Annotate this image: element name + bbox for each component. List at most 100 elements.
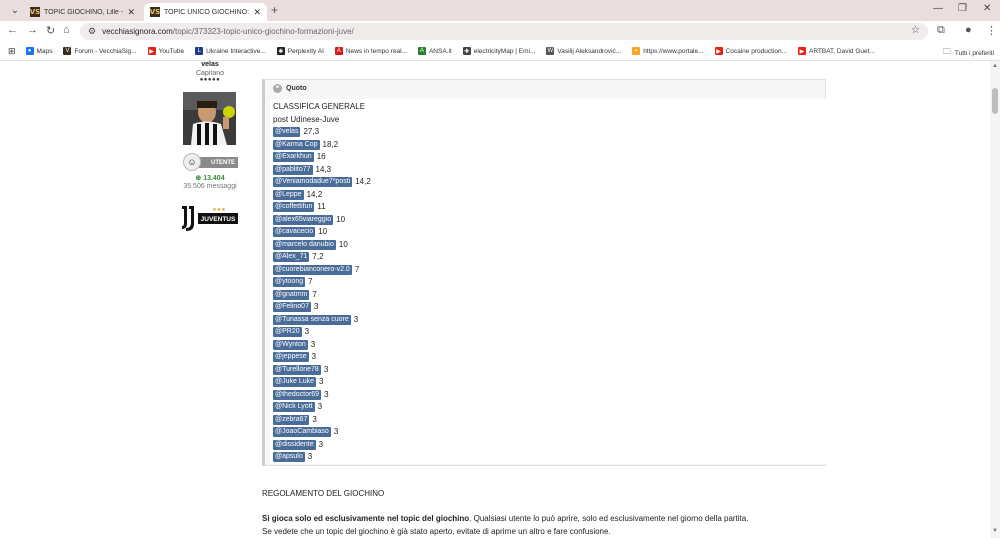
score: 3 xyxy=(317,402,323,411)
bookmark-item[interactable]: W Vasilij Aleksandrović... xyxy=(546,47,621,55)
user-mention[interactable]: @Turellone78 xyxy=(273,364,321,375)
user-mention[interactable]: @Juke Luke xyxy=(273,377,317,388)
close-icon[interactable]: ✕ xyxy=(127,7,135,18)
user-mention[interactable]: @ytoong xyxy=(273,277,306,288)
ranking-row: @Exarkhun 16 xyxy=(273,151,826,164)
score: 3 xyxy=(323,364,329,374)
user-mention[interactable]: @jeppese xyxy=(273,352,309,363)
user-mention[interactable]: @marcelo danubio xyxy=(273,239,336,250)
bookmark-item[interactable]: L Ukraine Interactive... xyxy=(195,47,266,55)
user-mention[interactable]: @JoaoCambiaso xyxy=(273,427,331,438)
score: 10 xyxy=(336,214,346,224)
menu-kebab-icon[interactable]: ⋮ xyxy=(986,24,997,37)
score: 7 xyxy=(308,277,313,286)
scroll-down-icon[interactable]: ▼ xyxy=(992,528,998,534)
bookmark-item[interactable]: ✚ electricityMap | Emi... xyxy=(462,47,535,55)
close-window-icon[interactable]: ✕ xyxy=(983,3,991,14)
user-mention[interactable]: @Karma Cop xyxy=(273,139,320,150)
home-icon[interactable]: ⌂ xyxy=(63,24,70,36)
user-mention[interactable]: @cuorebianconero-v2.0 xyxy=(273,264,352,275)
ranking-row: @Leppe 14,2 xyxy=(273,189,826,202)
user-mention[interactable]: @apsulo xyxy=(273,452,305,463)
score: 3 xyxy=(312,414,317,424)
reputation[interactable]: ⊕ 13.404 xyxy=(172,174,248,182)
ranking-row: @Juke Luke 3 xyxy=(273,376,826,389)
vs-favicon-icon: VS xyxy=(29,7,41,17)
quote-body: CLASSIFICA GENERALE post Udinese-Juve @v… xyxy=(270,99,826,464)
bookmark-item[interactable]: ▶ YouTube xyxy=(147,47,184,55)
user-mention[interactable]: @zebra67 xyxy=(273,414,310,425)
score: 14,2 xyxy=(306,189,323,199)
user-mention[interactable]: @Nick Lyott xyxy=(273,402,315,413)
bookmark-item[interactable]: ▶ Cocaine production... xyxy=(714,47,787,55)
user-mention[interactable]: @PR20 xyxy=(273,327,302,338)
url-host: vecchiasignora.com xyxy=(102,27,173,36)
user-mention[interactable]: @pablito77 xyxy=(273,164,313,175)
tab-topic-giochino-lille[interactable]: VS TOPIC GIOCHINO, Lille - Juventus ✕ xyxy=(24,3,141,21)
ranking-row: @Nick Lyott 3 xyxy=(273,401,826,414)
avatar[interactable] xyxy=(183,92,236,145)
site-info-icon[interactable]: ⚙ xyxy=(88,26,96,37)
bookmark-star-icon[interactable]: ☆ xyxy=(911,25,920,36)
reload-icon[interactable]: ↻ xyxy=(46,24,55,37)
user-mention[interactable]: @Leppe xyxy=(273,189,304,200)
user-mention[interactable]: @Exarkhun xyxy=(273,152,314,163)
user-mention[interactable]: @alex65viareggio xyxy=(273,214,334,225)
minimize-icon[interactable]: — xyxy=(933,3,943,14)
address-bar[interactable]: ⚙ vecchiasignora.com/topic/373323-topic-… xyxy=(80,23,928,40)
scroll-up-icon[interactable]: ▲ xyxy=(992,63,998,69)
scrollbar[interactable] xyxy=(990,61,1000,538)
forward-icon[interactable]: → xyxy=(27,24,38,36)
tab-topic-unico-giochino[interactable]: VS TOPIC UNICO GIOCHINO: formazioni ✕ xyxy=(144,3,267,21)
bookmark-item[interactable]: ▪ https://www.portale... xyxy=(632,47,704,55)
close-icon[interactable]: ✕ xyxy=(253,7,261,18)
youtube-icon: ▶ xyxy=(147,47,156,55)
user-mention[interactable]: @dissidente xyxy=(273,439,316,450)
profile-avatar-icon[interactable]: ● xyxy=(965,24,972,36)
perplexity-icon: ✱ xyxy=(276,47,285,55)
all-bookmarks[interactable]: 🗀 Tutti i preferiti xyxy=(943,46,994,60)
ranking-row: @coffettifun 11 xyxy=(273,201,826,214)
user-mention[interactable]: @velas xyxy=(273,127,301,138)
user-mention[interactable]: @cavacecio xyxy=(273,227,316,238)
portale-icon: ▪ xyxy=(632,47,641,55)
user-mention[interactable]: @Felino07 xyxy=(273,302,311,313)
bookmark-item[interactable]: ● Maps xyxy=(25,47,52,55)
standings-title: CLASSIFICA GENERALE xyxy=(273,102,366,111)
ranking-row: @ytoong 7 xyxy=(273,276,826,289)
ranking-row: @marcelo danubio 10 xyxy=(273,239,826,252)
restore-icon[interactable]: ❐ xyxy=(958,3,967,14)
bookmark-item[interactable]: ▶ ARTBAT, David Guet... xyxy=(797,47,875,55)
ranking-row: @Tunassa senza cuore 3 xyxy=(273,314,826,327)
user-mention[interactable]: @gnatmm xyxy=(273,289,310,300)
user-mention[interactable]: @Wynton xyxy=(273,339,308,350)
ranking-row: @JoaoCambiaso 3 xyxy=(273,426,826,439)
ansa-icon: A xyxy=(417,47,426,55)
score: 7 xyxy=(312,289,317,299)
tab-search-icon[interactable]: ⌄ xyxy=(7,3,23,17)
bookmark-item[interactable]: ✱ Perplexity AI xyxy=(276,47,324,55)
back-icon[interactable]: ← xyxy=(7,24,18,36)
rules-bold-text: Si gioca solo ed esclusivamente nel topi… xyxy=(262,514,470,523)
browser-toolbar: ← → ↻ ⌂ ⚙ vecchiasignora.com/topic/37332… xyxy=(0,21,1000,42)
vs-favicon-icon: VS xyxy=(149,7,161,17)
new-tab-icon[interactable]: + xyxy=(271,3,278,17)
bookmark-item[interactable]: V Forum - VecchiaSig... xyxy=(63,47,137,55)
user-mention[interactable]: @thedoctor69 xyxy=(273,389,322,400)
user-mention[interactable]: @Veniamodadue7*posti xyxy=(273,177,353,188)
scroll-thumb[interactable] xyxy=(992,88,998,114)
bookmark-item[interactable]: A ANSA.it xyxy=(417,47,452,55)
score: 3 xyxy=(319,377,324,386)
youtube-icon: ▶ xyxy=(714,47,723,55)
author-name[interactable]: velas xyxy=(172,61,248,67)
ranking-row: @Alex_71 7,2 xyxy=(273,251,826,264)
ranking-row: @cuorebianconero-v2.0 7 xyxy=(273,264,826,277)
bookmark-item[interactable]: A News in tempo real... xyxy=(334,47,407,55)
ranking-row: @gnatmm 7 xyxy=(273,289,826,302)
user-mention[interactable]: @Alex_71 xyxy=(273,252,310,263)
user-mention[interactable]: @Tunassa senza cuore xyxy=(273,314,351,325)
user-mention[interactable]: @coffettifun xyxy=(273,202,315,213)
extensions-icon[interactable]: ⧉ xyxy=(937,24,945,37)
tab-strip: ⌄ VS TOPIC GIOCHINO, Lille - Juventus ✕ … xyxy=(0,0,1000,21)
apps-grid-icon[interactable]: ⊞ xyxy=(8,46,16,57)
